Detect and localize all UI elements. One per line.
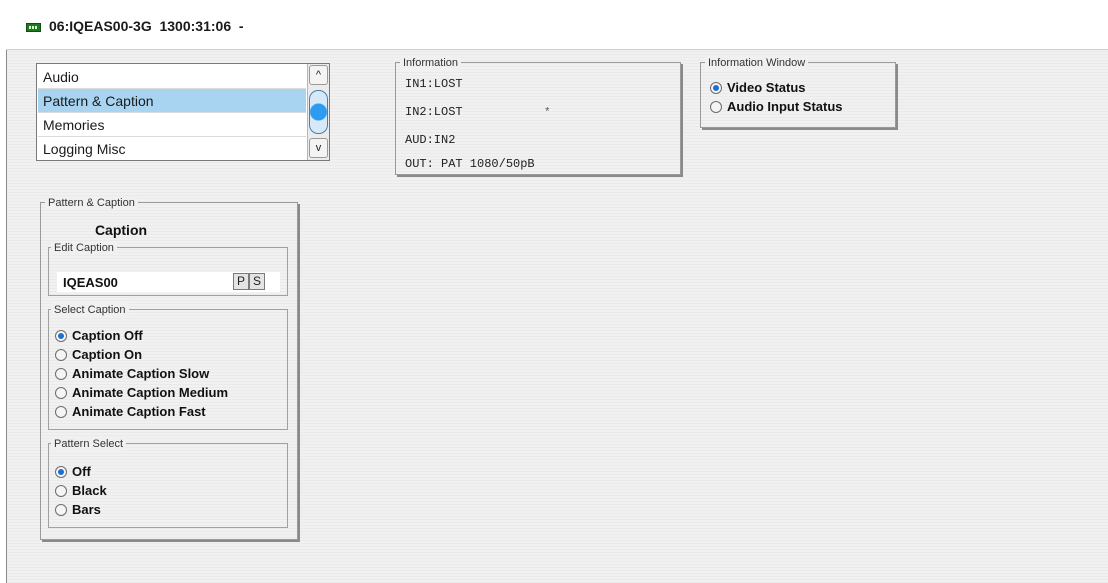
caption-heading: Caption bbox=[94, 222, 148, 238]
list-scrollbar[interactable]: ^ v bbox=[307, 64, 329, 160]
radio-unchecked-icon[interactable] bbox=[55, 349, 67, 361]
caption-s-button[interactable]: S bbox=[249, 273, 265, 290]
info-marker: * bbox=[544, 107, 551, 119]
radio-unchecked-icon[interactable] bbox=[55, 406, 67, 418]
radio-unchecked-icon[interactable] bbox=[55, 387, 67, 399]
edit-caption-title: Edit Caption bbox=[51, 241, 117, 255]
scroll-up-icon[interactable]: ^ bbox=[309, 65, 328, 85]
radio-audio-input-status[interactable]: Audio Input Status bbox=[710, 98, 843, 116]
section-list[interactable]: Audio Pattern & Caption Memories Logging… bbox=[36, 63, 330, 161]
pattern-caption-title: Pattern & Caption bbox=[45, 196, 138, 210]
radio-checked-icon[interactable] bbox=[55, 330, 67, 342]
radio-caption-on[interactable]: Caption On bbox=[55, 346, 142, 364]
radio-animate-caption-fast[interactable]: Animate Caption Fast bbox=[55, 403, 206, 421]
information-window-title: Information Window bbox=[705, 56, 809, 70]
radio-pattern-off[interactable]: Off bbox=[55, 463, 91, 481]
radio-unchecked-icon[interactable] bbox=[55, 368, 67, 380]
edit-caption-group: Edit Caption P S bbox=[48, 241, 288, 296]
radio-pattern-bars[interactable]: Bars bbox=[55, 501, 101, 519]
caption-p-button[interactable]: P bbox=[233, 273, 249, 290]
information-window-panel: Information Window Video Status Audio In… bbox=[700, 56, 896, 128]
radio-caption-off[interactable]: Caption Off bbox=[55, 327, 143, 345]
radio-unchecked-icon[interactable] bbox=[55, 504, 67, 516]
radio-unchecked-icon[interactable] bbox=[55, 485, 67, 497]
pattern-caption-panel: Pattern & Caption Caption Edit Caption P… bbox=[40, 196, 298, 540]
window-title: 06:IQEAS00-3G 1300:31:06 - bbox=[49, 18, 244, 34]
list-item-audio[interactable]: Audio bbox=[38, 65, 306, 89]
pattern-select-group: Pattern Select Off Black Bars bbox=[48, 437, 288, 528]
info-line-in2: IN2:LOST bbox=[405, 105, 463, 119]
information-title: Information bbox=[400, 56, 462, 70]
information-panel: Information IN1:LOST IN2:LOST * AUD:IN2 … bbox=[395, 56, 681, 175]
title-bar: 06:IQEAS00-3G 1300:31:06 - bbox=[6, 0, 1108, 50]
radio-unchecked-icon[interactable] bbox=[710, 101, 722, 113]
radio-animate-caption-medium[interactable]: Animate Caption Medium bbox=[55, 384, 228, 402]
device-icon bbox=[26, 23, 41, 32]
info-line-aud: AUD:IN2 bbox=[405, 133, 456, 147]
list-item-pattern-caption[interactable]: Pattern & Caption bbox=[38, 89, 306, 113]
radio-animate-caption-slow[interactable]: Animate Caption Slow bbox=[55, 365, 209, 383]
radio-video-status[interactable]: Video Status bbox=[710, 79, 806, 97]
list-item-logging-misc[interactable]: Logging Misc bbox=[38, 137, 306, 161]
select-caption-group: Select Caption Caption Off Caption On An… bbox=[48, 303, 288, 430]
scroll-thumb[interactable] bbox=[309, 90, 328, 134]
radio-checked-icon[interactable] bbox=[710, 82, 722, 94]
info-line-out: OUT: PAT 1080/50pB bbox=[405, 157, 535, 171]
scroll-down-icon[interactable]: v bbox=[309, 138, 328, 158]
info-line-in1: IN1:LOST bbox=[405, 77, 463, 91]
list-item-memories[interactable]: Memories bbox=[38, 113, 306, 137]
select-caption-title: Select Caption bbox=[51, 303, 129, 317]
radio-pattern-black[interactable]: Black bbox=[55, 482, 107, 500]
radio-checked-icon[interactable] bbox=[55, 466, 67, 478]
pattern-select-title: Pattern Select bbox=[51, 437, 127, 451]
